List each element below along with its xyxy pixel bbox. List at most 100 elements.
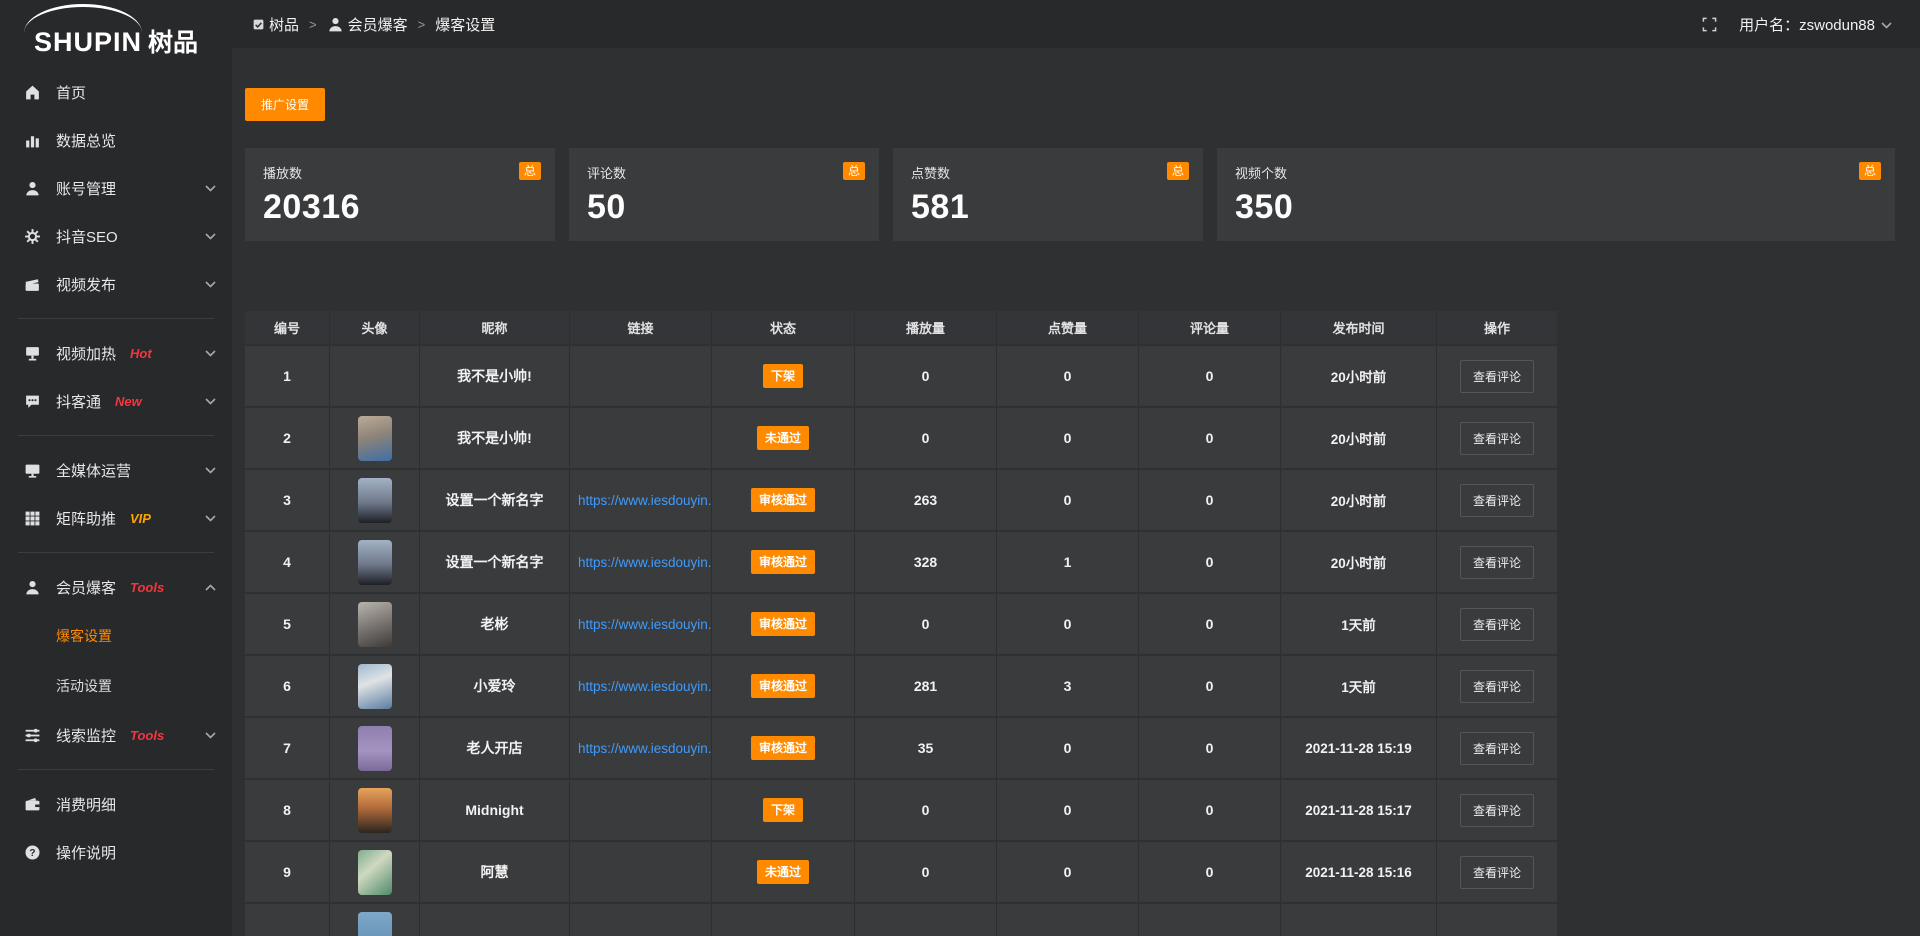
sidebar-item-首页[interactable]: 首页 — [0, 68, 232, 116]
avatar — [358, 416, 392, 461]
cell-status — [712, 904, 855, 936]
sidebar-item-抖音SEO[interactable]: 抖音SEO — [0, 212, 232, 260]
sidebar-item-会员爆客[interactable]: 会员爆客Tools — [0, 563, 232, 611]
cell-comments — [1139, 904, 1281, 936]
stat-card-评论数: 评论数总50 — [569, 148, 879, 241]
stat-card-播放数: 播放数总20316 — [245, 148, 555, 241]
view-comments-button[interactable]: 查看评论 — [1460, 794, 1534, 827]
chat-icon — [24, 393, 41, 410]
sidebar-item-label: 抖音SEO — [56, 226, 118, 247]
sidebar-item-抖客通[interactable]: 抖客通New — [0, 377, 232, 425]
svg-text:?: ? — [29, 847, 35, 858]
table-row: 6小爱玲https://www.iesdouyin.c审核通过281301天前查… — [245, 656, 1557, 716]
breadcrumb-item-树品[interactable]: 树品 — [252, 14, 299, 35]
grid-icon — [24, 510, 41, 527]
stat-label: 播放数 — [263, 163, 537, 182]
cell-link[interactable]: https://www.iesdouyin.c — [570, 594, 712, 654]
cell-nickname: 小爱玲 — [420, 656, 570, 716]
cell-avatar — [330, 718, 420, 778]
breadcrumb-label: 爆客设置 — [435, 14, 495, 35]
table-header-操作: 操作 — [1437, 311, 1557, 344]
table-header-昵称: 昵称 — [420, 311, 570, 344]
cell-publish-time: 20小时前 — [1281, 408, 1437, 468]
cell-likes: 0 — [997, 594, 1139, 654]
cell-actions: 查看评论 — [1437, 594, 1557, 654]
cell-id: 4 — [245, 532, 330, 592]
cell-link[interactable]: https://www.iesdouyin.c — [570, 470, 712, 530]
view-comments-button[interactable]: 查看评论 — [1460, 546, 1534, 579]
promo-settings-button[interactable]: 推广设置 — [245, 88, 325, 121]
cell-plays: 281 — [855, 656, 997, 716]
cell-likes — [997, 904, 1139, 936]
view-comments-button[interactable]: 查看评论 — [1460, 608, 1534, 641]
table-row: 4设置一个新名字https://www.iesdouyin.c审核通过32810… — [245, 532, 1557, 592]
sidebar-item-视频发布[interactable]: 视频发布 — [0, 260, 232, 308]
sidebar-subitem-爆客设置[interactable]: 爆客设置 — [0, 611, 232, 661]
cell-link[interactable]: https://www.iesdouyin.c — [570, 656, 712, 716]
chevron-down-icon — [1881, 16, 1892, 33]
chevron-down-icon — [205, 398, 216, 405]
cell-plays: 0 — [855, 408, 997, 468]
sidebar: SHUPIN 树品 首页数据总览账号管理抖音SEO视频发布视频加热Hot抖客通N… — [0, 0, 232, 936]
table-row: 9阿慧未通过0002021-11-28 15:16查看评论 — [245, 842, 1557, 902]
view-comments-button[interactable]: 查看评论 — [1460, 732, 1534, 765]
cell-nickname: 老人开店 — [420, 718, 570, 778]
sidebar-item-账号管理[interactable]: 账号管理 — [0, 164, 232, 212]
cell-link[interactable]: https://www.iesdouyin.c — [570, 718, 712, 778]
cell-likes: 0 — [997, 408, 1139, 468]
view-comments-button[interactable]: 查看评论 — [1460, 422, 1534, 455]
status-badge: 审核通过 — [751, 550, 815, 574]
sidebar-item-全媒体运营[interactable]: 全媒体运营 — [0, 446, 232, 494]
fullscreen-icon[interactable] — [1702, 17, 1717, 32]
cell-comments: 0 — [1139, 594, 1281, 654]
sidebar-item-矩阵助推[interactable]: 矩阵助推VIP — [0, 494, 232, 542]
sidebar-item-label: 视频发布 — [56, 274, 116, 295]
cell-id: 8 — [245, 780, 330, 840]
logo-text-cn: 树品 — [148, 31, 198, 56]
cell-plays: 0 — [855, 594, 997, 654]
cell-likes: 0 — [997, 346, 1139, 406]
sidebar-item-label: 首页 — [56, 82, 86, 103]
table-row: 1我不是小帅!下架00020小时前查看评论 — [245, 346, 1557, 406]
cell-link[interactable]: https://www.iesdouyin.c — [570, 532, 712, 592]
chevron-down-icon — [205, 350, 216, 357]
cell-status: 审核通过 — [712, 594, 855, 654]
sidebar-item-消费明细[interactable]: 消费明细 — [0, 780, 232, 828]
sidebar-item-数据总览[interactable]: 数据总览 — [0, 116, 232, 164]
avatar — [358, 788, 392, 833]
cell-publish-time: 20小时前 — [1281, 346, 1437, 406]
cell-link — [570, 408, 712, 468]
sidebar-item-视频加热[interactable]: 视频加热Hot — [0, 329, 232, 377]
view-comments-button[interactable]: 查看评论 — [1460, 360, 1534, 393]
cell-likes: 0 — [997, 780, 1139, 840]
avatar — [358, 602, 392, 647]
view-comments-button[interactable]: 查看评论 — [1460, 484, 1534, 517]
stat-total-badge: 总 — [843, 162, 865, 180]
sidebar-item-label: 抖客通 — [56, 391, 101, 412]
cell-publish-time: 2021-11-28 15:19 — [1281, 718, 1437, 778]
sidebar-item-线索监控[interactable]: 线索监控Tools — [0, 711, 232, 759]
view-comments-button[interactable]: 查看评论 — [1460, 856, 1534, 889]
sidebar-subitem-活动设置[interactable]: 活动设置 — [0, 661, 232, 711]
breadcrumb-item-会员爆客[interactable]: 会员爆客 — [327, 14, 408, 35]
cell-actions: 查看评论 — [1437, 470, 1557, 530]
cell-plays: 0 — [855, 780, 997, 840]
cell-publish-time: 20小时前 — [1281, 470, 1437, 530]
sidebar-item-操作说明[interactable]: ?操作说明 — [0, 828, 232, 876]
cell-likes: 0 — [997, 718, 1139, 778]
cell-publish-time: 2021-11-28 15:17 — [1281, 780, 1437, 840]
cell-nickname: 老彬 — [420, 594, 570, 654]
member-icon — [24, 579, 41, 596]
wallet-icon — [24, 796, 41, 813]
cell-avatar — [330, 594, 420, 654]
cell-plays: 263 — [855, 470, 997, 530]
view-comments-button[interactable]: 查看评论 — [1460, 670, 1534, 703]
user-menu[interactable]: 用户名：zswodun88 — [1739, 14, 1892, 35]
cell-plays: 35 — [855, 718, 997, 778]
cell-nickname: Midnight — [420, 780, 570, 840]
cell-publish-time: 2021-11-28 15:16 — [1281, 842, 1437, 902]
sidebar-item-tag: Tools — [130, 728, 164, 743]
sidebar-item-tag: VIP — [130, 511, 151, 526]
cell-likes: 0 — [997, 842, 1139, 902]
cell-publish-time — [1281, 904, 1437, 936]
